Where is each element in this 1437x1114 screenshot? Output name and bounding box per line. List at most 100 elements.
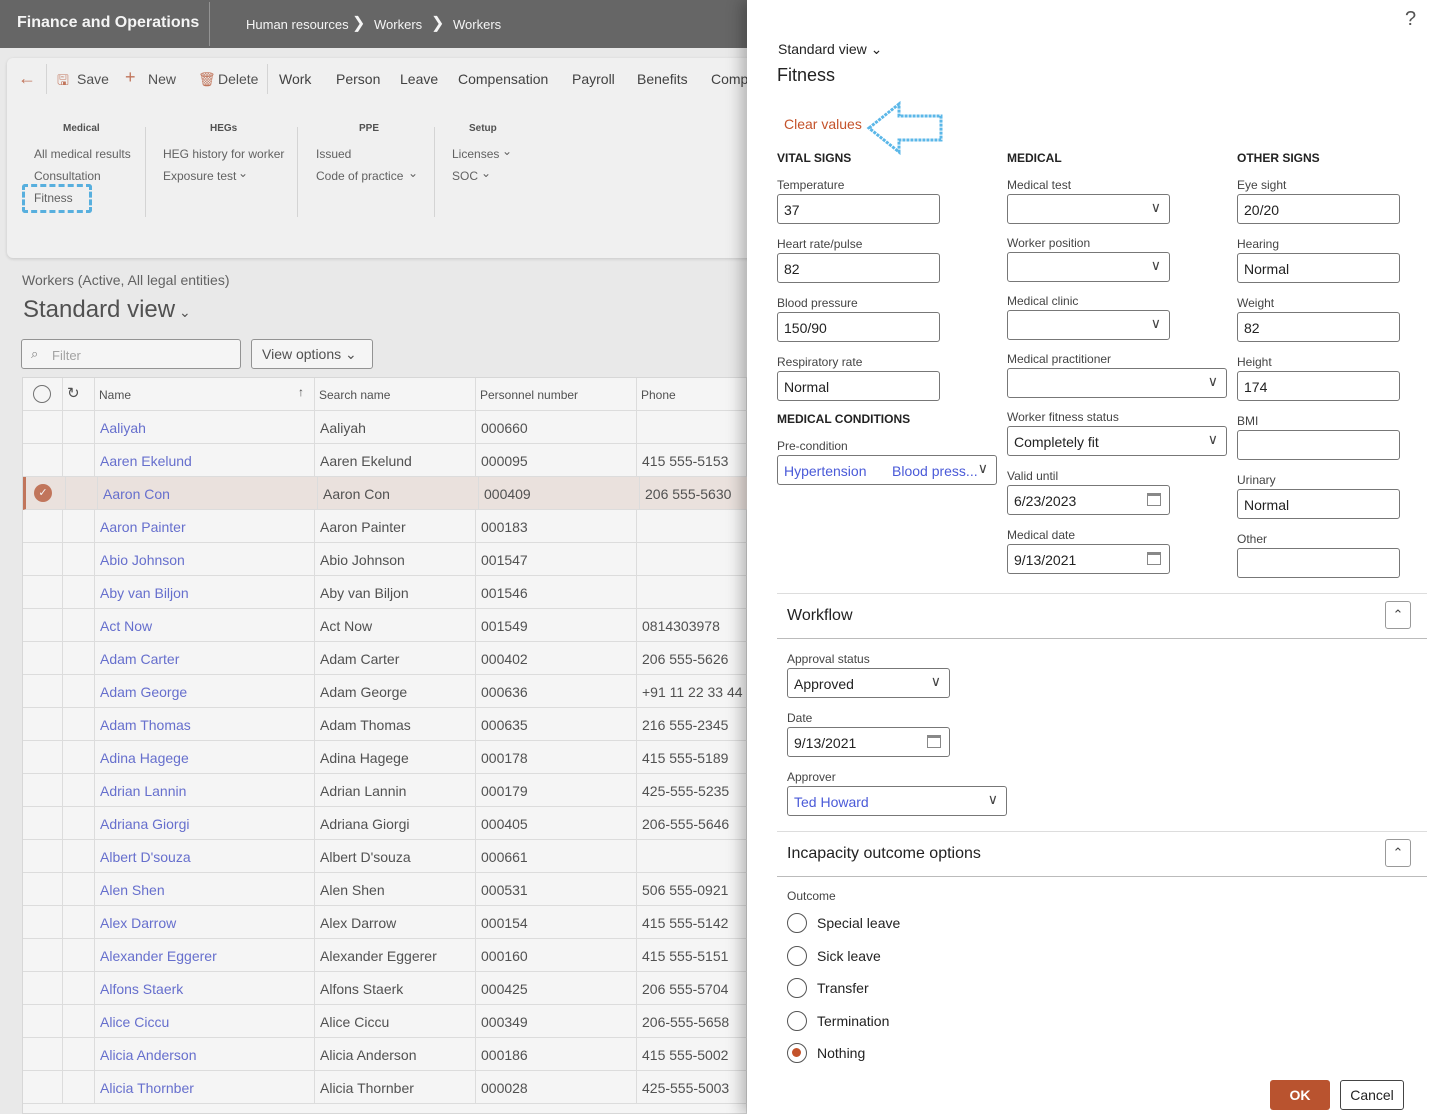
valid-until-date-input[interactable]: 6/23/2023 bbox=[1007, 485, 1170, 515]
row-select-cell[interactable] bbox=[23, 906, 63, 939]
worker-name-link[interactable]: Act Now bbox=[95, 609, 315, 642]
collapse-workflow-button[interactable]: ⌃ bbox=[1385, 601, 1411, 629]
menu-licenses[interactable]: Licenses bbox=[452, 147, 499, 161]
row-select-cell[interactable] bbox=[23, 609, 63, 642]
radio-label-termination[interactable]: Termination bbox=[817, 1013, 889, 1029]
table-row[interactable]: Abio Johnson Abio Johnson 001547 bbox=[23, 543, 757, 576]
radio-transfer[interactable] bbox=[787, 978, 807, 998]
worker-name-link[interactable]: Adam Thomas bbox=[95, 708, 315, 741]
row-select-cell[interactable] bbox=[23, 543, 63, 576]
view-selector[interactable]: Standard view ⌄ bbox=[23, 296, 191, 324]
calendar-icon[interactable] bbox=[1147, 552, 1161, 565]
tab-benefits[interactable]: Benefits bbox=[637, 71, 688, 87]
worker-name-link[interactable]: Abio Johnson bbox=[95, 543, 315, 576]
tab-leave[interactable]: Leave bbox=[400, 71, 438, 87]
worker-name-link[interactable]: Aaron Painter bbox=[95, 510, 315, 543]
hearing-input[interactable]: Normal bbox=[1237, 253, 1400, 283]
table-row[interactable]: Alice Ciccu Alice Ciccu 000349 206-555-5658 bbox=[23, 1005, 757, 1038]
worker-name-link[interactable]: Adam George bbox=[95, 675, 315, 708]
worker-name-link[interactable]: Adam Carter bbox=[95, 642, 315, 675]
worker-fitness-status-dropdown[interactable]: Completely fit ∨ bbox=[1007, 426, 1227, 456]
calendar-icon[interactable] bbox=[927, 735, 941, 748]
row-select-cell[interactable] bbox=[23, 840, 63, 873]
worker-name-link[interactable]: Albert D'souza bbox=[95, 840, 315, 873]
height-input[interactable]: 174 bbox=[1237, 371, 1400, 401]
radio-nothing[interactable] bbox=[787, 1043, 807, 1063]
column-header-search-name[interactable]: Search name bbox=[315, 378, 476, 411]
table-row[interactable]: Act Now Act Now 001549 0814303978 bbox=[23, 609, 757, 642]
worker-name-link[interactable]: Aaren Ekelund bbox=[95, 444, 315, 477]
table-row[interactable]: Alicia Thornber Alicia Thornber 000028 425-… bbox=[23, 1071, 757, 1104]
table-row[interactable]: Adam Carter Adam Carter 000402 206 555-5626 bbox=[23, 642, 757, 675]
radio-special-leave[interactable] bbox=[787, 913, 807, 933]
table-row[interactable]: Alfons Staerk Alfons Staerk 000425 206 555-… bbox=[23, 972, 757, 1005]
breadcrumb-workers[interactable]: Workers bbox=[374, 17, 422, 32]
row-select-cell[interactable] bbox=[23, 873, 63, 906]
menu-soc[interactable]: SOC bbox=[452, 169, 478, 183]
ok-button[interactable]: OK bbox=[1270, 1080, 1330, 1110]
row-select-cell[interactable] bbox=[23, 675, 63, 708]
date-date-input[interactable]: 9/13/2021 bbox=[787, 727, 950, 757]
table-row[interactable]: Adam George Adam George 000636 +91 11 22 33… bbox=[23, 675, 757, 708]
radio-termination[interactable] bbox=[787, 1010, 807, 1031]
table-row[interactable]: Albert D'souza Albert D'souza 000661 bbox=[23, 840, 757, 873]
urinary-input[interactable]: Normal bbox=[1237, 489, 1400, 519]
menu-consultation[interactable]: Consultation bbox=[34, 169, 101, 183]
panel-view-selector[interactable]: Standard view ⌄ bbox=[778, 41, 882, 58]
table-row[interactable]: Aaren Ekelund Aaren Ekelund 000095 415 555-… bbox=[23, 444, 757, 477]
table-row[interactable]: Alex Darrow Alex Darrow 000154 415 555-5142 bbox=[23, 906, 757, 939]
table-row[interactable]: Aaliyah Aaliyah 000660 bbox=[23, 411, 757, 444]
incapacity-header[interactable]: Incapacity outcome options bbox=[787, 845, 981, 863]
help-icon[interactable]: ? bbox=[1405, 8, 1416, 31]
worker-name-link[interactable]: Adina Hagege bbox=[95, 741, 315, 774]
tab-compensation[interactable]: Compensation bbox=[458, 71, 548, 87]
row-select-cell[interactable] bbox=[23, 411, 63, 444]
row-select-cell[interactable] bbox=[23, 807, 63, 840]
table-row[interactable]: Adrian Lannin Adrian Lannin 000179 425-555-… bbox=[23, 774, 757, 807]
collapse-incapacity-button[interactable]: ⌃ bbox=[1385, 839, 1411, 867]
heart-rate-pulse-input[interactable]: 82 bbox=[777, 253, 940, 283]
column-header-name[interactable]: Name ↑ bbox=[95, 378, 315, 411]
table-row[interactable]: Adriana Giorgi Adriana Giorgi 000405 206-55… bbox=[23, 807, 757, 840]
row-select-cell[interactable] bbox=[23, 939, 63, 972]
bmi-input[interactable] bbox=[1237, 430, 1400, 460]
table-row[interactable]: Alexander Eggerer Alexander Eggerer 000160… bbox=[23, 939, 757, 972]
worker-name-link[interactable]: Alice Ciccu bbox=[95, 1005, 315, 1038]
row-select-cell[interactable] bbox=[23, 444, 63, 477]
worker-name-link[interactable]: Alfons Staerk bbox=[95, 972, 315, 1005]
menu-heg-history[interactable]: HEG history for worker bbox=[163, 147, 284, 161]
filter-input[interactable]: ⌕ Filter bbox=[21, 339, 241, 369]
medical-clinic-dropdown[interactable]: ∨ bbox=[1007, 310, 1170, 340]
row-select-cell[interactable] bbox=[23, 972, 63, 1005]
refresh-icon[interactable]: ↻ bbox=[63, 378, 95, 411]
worker-name-link[interactable]: Alicia Anderson bbox=[95, 1038, 315, 1071]
worker-position-dropdown[interactable]: ∨ bbox=[1007, 252, 1170, 282]
approval-status-dropdown[interactable]: Approved ∨ bbox=[787, 668, 950, 698]
tab-work[interactable]: Work bbox=[279, 71, 311, 87]
tab-comp[interactable]: Comp bbox=[711, 71, 748, 87]
table-row[interactable]: Adam Thomas Adam Thomas 000635 216 555-2345 bbox=[23, 708, 757, 741]
menu-issued[interactable]: Issued bbox=[316, 147, 351, 161]
radio-label-special-leave[interactable]: Special leave bbox=[817, 915, 900, 931]
table-row[interactable]: Alen Shen Alen Shen 000531 506 555-0921 bbox=[23, 873, 757, 906]
column-header-phone[interactable]: Phone bbox=[637, 378, 757, 411]
radio-label-transfer[interactable]: Transfer bbox=[817, 980, 869, 996]
tab-person[interactable]: Person bbox=[336, 71, 380, 87]
worker-name-link[interactable]: Alen Shen bbox=[95, 873, 315, 906]
temperature-input[interactable]: 37 bbox=[777, 194, 940, 224]
worker-name-link[interactable]: Adrian Lannin bbox=[95, 774, 315, 807]
approver-dropdown[interactable]: Ted Howard ∨ bbox=[787, 786, 1007, 816]
save-button[interactable]: Save bbox=[77, 71, 109, 87]
row-select-cell[interactable] bbox=[23, 741, 63, 774]
tab-payroll[interactable]: Payroll bbox=[572, 71, 615, 87]
menu-exposure-test[interactable]: Exposure test bbox=[163, 169, 236, 183]
worker-name-link[interactable]: Aaliyah bbox=[95, 411, 315, 444]
view-options-button[interactable]: View options ⌄ bbox=[251, 339, 373, 369]
workflow-header[interactable]: Workflow bbox=[787, 607, 853, 625]
worker-name-link[interactable]: Adriana Giorgi bbox=[95, 807, 315, 840]
pre-condition-dropdown[interactable]: Hypertension Blood press... ∨ bbox=[777, 455, 997, 485]
worker-name-link[interactable]: Alicia Thornber bbox=[95, 1071, 315, 1104]
selected-check-icon[interactable]: ✓ bbox=[34, 484, 52, 502]
row-select-cell[interactable] bbox=[23, 642, 63, 675]
radio-label-nothing[interactable]: Nothing bbox=[817, 1045, 865, 1061]
